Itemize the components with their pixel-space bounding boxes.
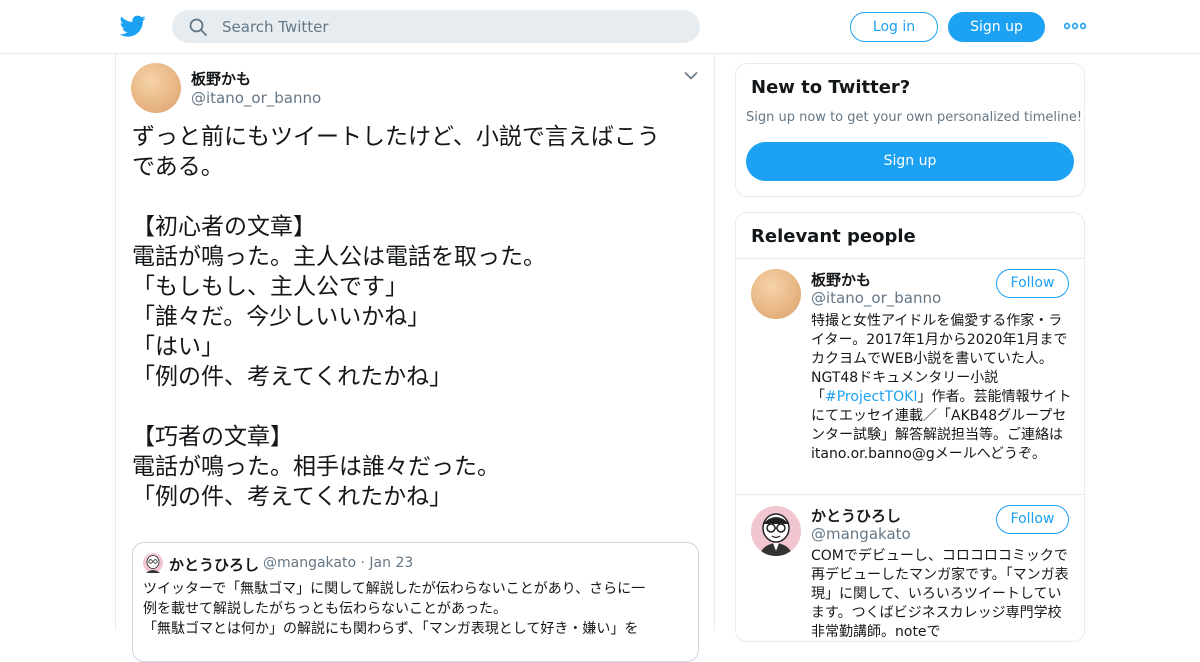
quoted-tweet-text: ツイッターで「無駄ゴマ」に関して解説したが伝わらないことがあり、さらに一 例を載…: [143, 581, 646, 637]
signup-button[interactable]: Sign up: [948, 12, 1045, 42]
avatar[interactable]: [751, 269, 801, 319]
quoted-author-name: かとうひろし: [169, 556, 260, 574]
quoted-author-avatar: [143, 553, 163, 573]
top-navigation-bar: Log in Sign up: [0, 0, 1200, 54]
card-subtitle: Sign up now to get your own personalized…: [746, 110, 1083, 125]
new-to-twitter-card: New to Twitter? Sign up now to get your …: [735, 63, 1085, 197]
search-input[interactable]: [222, 10, 682, 43]
sidebar-signup-button[interactable]: Sign up: [746, 142, 1074, 181]
author-name[interactable]: 板野かも: [191, 68, 251, 89]
tweet-detail: 板野かも @itano_or_banno ずっと前にもツイートしたけど、小説で言…: [115, 54, 715, 662]
tweet-text: ずっと前にもツイートしたけど、小説で言えばこう である。 【初心者の文章】 電話…: [132, 124, 660, 510]
author-handle[interactable]: @itano_or_banno: [191, 89, 321, 107]
person-bio: COMでデビューし、コロコロコミックで再デビューしたマンガ家です。「マンガ表現」…: [811, 548, 1069, 640]
quoted-date: Jan 23: [369, 555, 414, 571]
card-title: Relevant people: [751, 226, 916, 247]
avatar[interactable]: [751, 506, 801, 556]
search-icon: [189, 18, 207, 36]
relevant-people-card: Relevant people 板野かも @itano_or_banno Fol…: [735, 212, 1085, 642]
follow-button[interactable]: Follow: [996, 269, 1069, 298]
search-bar[interactable]: [172, 10, 700, 43]
author-avatar[interactable]: [131, 63, 181, 113]
card-title: New to Twitter?: [751, 77, 911, 98]
follow-button[interactable]: Follow: [996, 505, 1069, 534]
person-handle[interactable]: @itano_or_banno: [811, 289, 941, 307]
twitter-bird-icon[interactable]: [119, 13, 147, 39]
person-name[interactable]: 板野かも: [811, 269, 871, 290]
chevron-down-icon[interactable]: [684, 71, 698, 81]
cartoon-face-icon: [751, 506, 801, 556]
person-bio: 特撮と女性アイドルを偏愛する作家・ライター。2017年1月から2020年1月まで…: [811, 312, 1073, 464]
person-item: かとうひろし @mangakato Follow COMでデビューし、コロコロコ…: [736, 494, 1084, 641]
person-name[interactable]: かとうひろし: [811, 505, 901, 526]
hashtag-link[interactable]: #ProjectTOKI: [825, 389, 918, 405]
quoted-meta: @mangakato · Jan 23: [263, 555, 413, 571]
person-item: 板野かも @itano_or_banno Follow 特撮と女性アイドルを偏愛…: [736, 259, 1084, 493]
login-button[interactable]: Log in: [850, 12, 938, 42]
quoted-tweet[interactable]: かとうひろし @mangakato · Jan 23 ツイッターで「無駄ゴマ」に…: [132, 542, 699, 662]
person-handle[interactable]: @mangakato: [811, 525, 911, 543]
quoted-author-handle: @mangakato: [263, 555, 357, 571]
more-dots-icon[interactable]: [1064, 20, 1086, 32]
